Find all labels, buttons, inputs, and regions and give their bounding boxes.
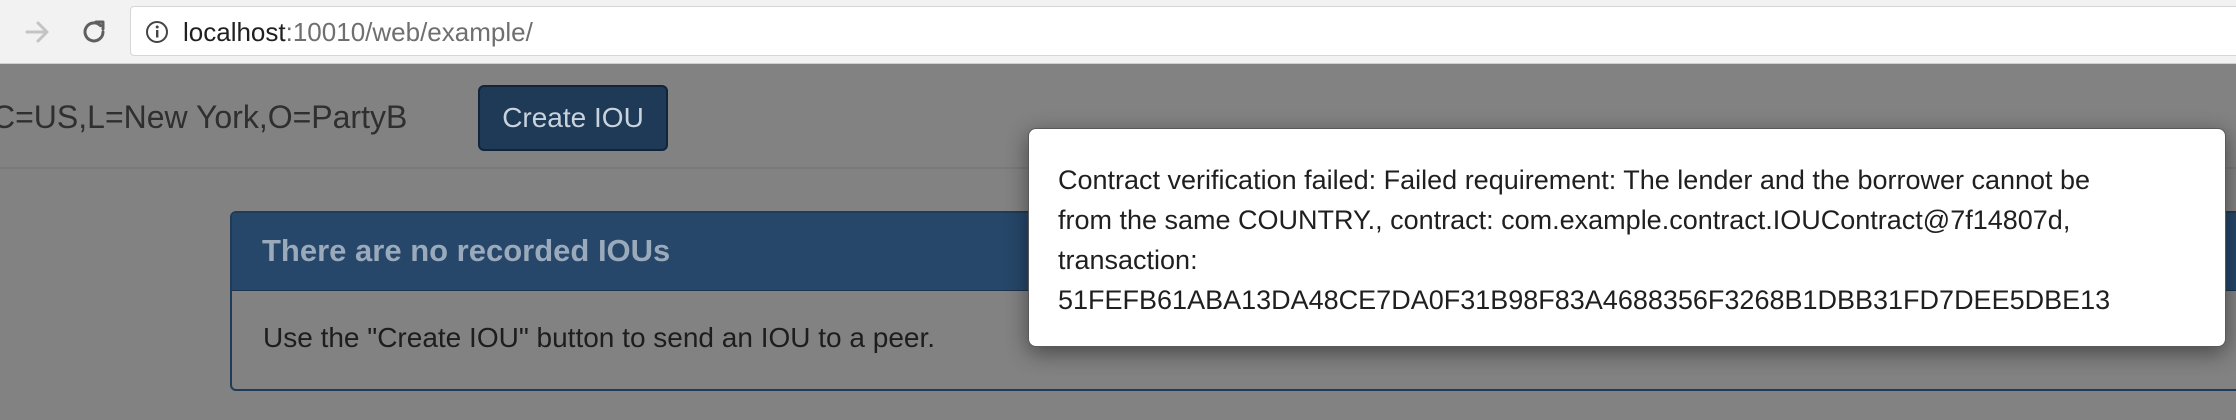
error-line: from the same COUNTRY., contract: com.ex… <box>1058 205 2071 235</box>
url-path: :10010/web/example/ <box>285 17 533 47</box>
error-line: Contract verification failed: Failed req… <box>1058 165 2091 195</box>
error-message: Contract verification failed: Failed req… <box>1058 160 2208 320</box>
create-iou-button[interactable]: Create IOU <box>478 85 668 151</box>
error-line: 51FEFB61ABA13DA48CE7DA0F31B98F83A4688356… <box>1058 285 2111 315</box>
info-icon[interactable] <box>145 20 169 44</box>
panel-title: There are no recorded IOUs <box>262 233 671 268</box>
panel-body: Use the "Create IOU" button to send an I… <box>263 322 936 353</box>
browser-toolbar: localhost:10010/web/example/ <box>0 0 2236 64</box>
error-modal: Contract verification failed: Failed req… <box>1028 128 2226 347</box>
address-bar[interactable]: localhost:10010/web/example/ <box>130 6 2236 56</box>
reload-icon <box>83 20 105 43</box>
reload-button[interactable] <box>70 8 118 56</box>
url-host: localhost <box>183 17 286 47</box>
error-line: transaction: <box>1058 245 1198 275</box>
forward-button[interactable] <box>14 8 62 56</box>
peer-name: C=US,L=New York,O=PartyB <box>0 99 408 135</box>
arrow-right-icon <box>25 21 49 43</box>
url-text[interactable]: localhost:10010/web/example/ <box>183 17 533 47</box>
